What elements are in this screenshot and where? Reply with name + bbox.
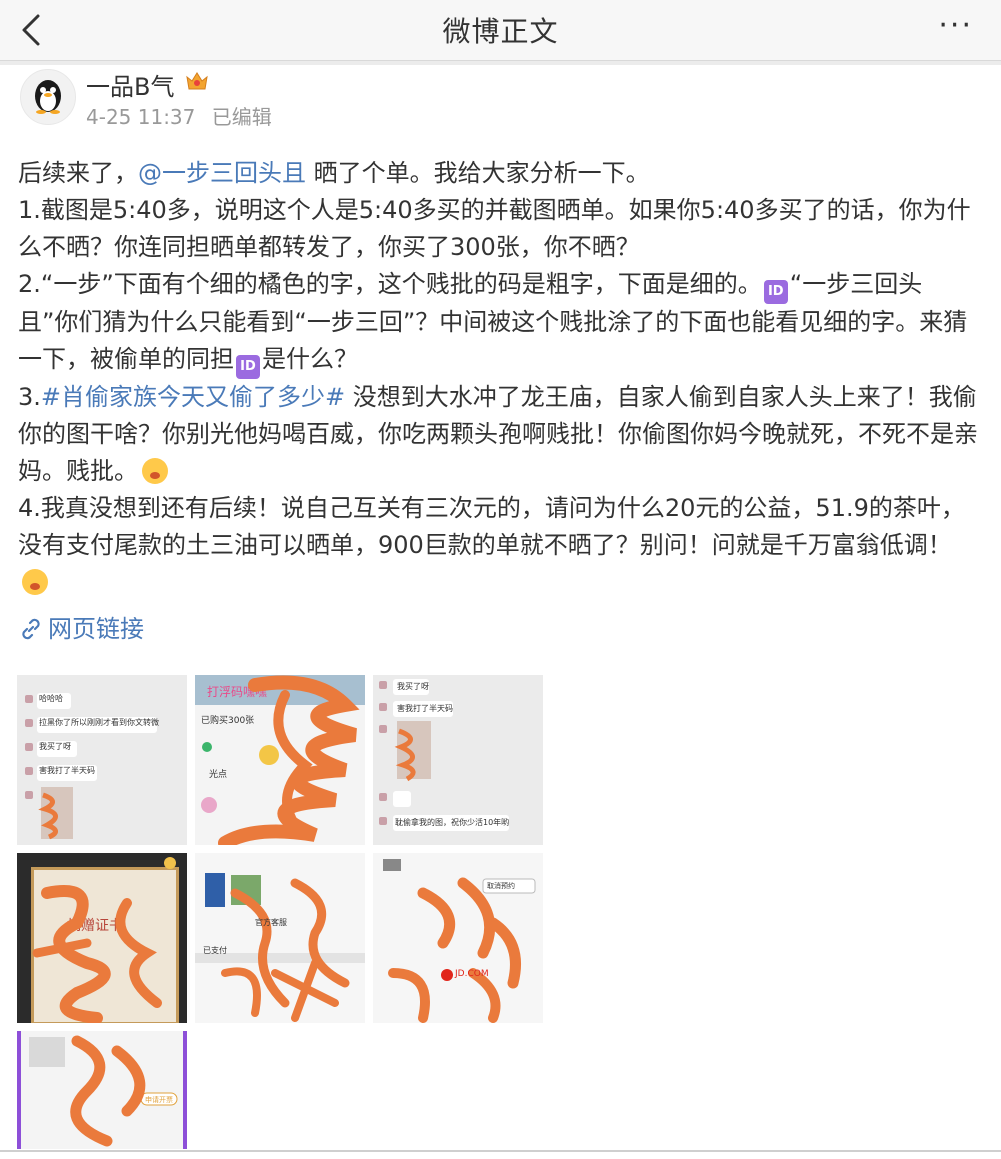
p2-text-a: 2.“一步”下面有个细的橘色的字，这个贱批的码是粗字，下面是细的。 — [18, 270, 762, 298]
more-options-icon[interactable]: ··· — [938, 8, 973, 43]
paragraph-4: 4.我真没想到还有后续！说自己互关有三次元的，请问为什么20元的公益，51.9的… — [18, 490, 981, 601]
intro-text: 后续来了， — [18, 159, 138, 187]
image-text: 已支付 — [203, 946, 227, 955]
penguin-avatar-icon — [35, 80, 61, 114]
web-link-label: 网页链接 — [48, 615, 144, 643]
image-text: JD.COM — [455, 969, 489, 979]
divider — [0, 1150, 1001, 1152]
image-text: 害我打了半天码 — [39, 766, 95, 775]
image-text: 取消预约 — [487, 882, 515, 890]
hashtag-link[interactable]: #肖偷家族今天又偷了多少# — [41, 383, 345, 411]
image-text: 申请开票 — [145, 1096, 173, 1104]
nav-bar: 微博正文 ··· — [0, 0, 1001, 61]
image-thumbnail[interactable]: 哈哈哈 拉黑你了所以刚刚才看到你文转微 我买了呀 害我打了半天码 — [17, 675, 187, 845]
id-emoji-icon: ID — [763, 280, 788, 304]
post-body: 后续来了，@一步三回头且 晒了个单。我给大家分析一下。 1.截图是5:40多，说… — [0, 151, 1001, 649]
image-text: 害我打了半天码 — [397, 704, 453, 713]
link-icon — [22, 618, 40, 640]
avatar[interactable] — [20, 69, 76, 125]
image-text: 官方客服 — [255, 918, 287, 927]
post-meta: 4-25 11:37 已编辑 — [86, 101, 282, 130]
image-text: 耽偷拿我的图，祝你少活10年哟 — [395, 818, 510, 827]
p4-text: 4.我真没想到还有后续！说自己互关有三次元的，请问为什么20元的公益，51.9的… — [18, 494, 965, 559]
member-crown-icon[interactable] — [184, 69, 210, 93]
image-thumbnail[interactable]: 申请开票 — [17, 1031, 187, 1149]
p3-number: 3. — [18, 383, 41, 411]
mention-link[interactable]: @一步三回头且 — [138, 159, 306, 187]
shocked-face-emoji-icon — [22, 569, 48, 595]
paragraph-1: 1.截图是5:40多，说明这个人是5:40多买的并截图晒单。如果你5:40多买了… — [18, 196, 971, 261]
image-thumbnail[interactable]: 捐赠证书 — [17, 853, 187, 1023]
paragraph-intro: 后续来了，@一步三回头且 晒了个单。我给大家分析一下。 — [18, 155, 981, 192]
image-thumbnail[interactable]: 打浮码嘿嘿 已购买300张 光点 — [195, 675, 365, 845]
image-thumbnail[interactable]: 取消预约 JD.COM — [373, 853, 543, 1023]
image-thumbnail[interactable]: 我买了呀 害我打了半天码 耽偷拿我的图，祝你少活10年哟 — [373, 675, 543, 845]
image-text: 我买了呀 — [397, 682, 429, 691]
edited-label: 已编辑 — [211, 105, 272, 129]
web-link[interactable]: 网页链接 — [18, 609, 981, 649]
page-title: 微博正文 — [442, 15, 559, 48]
id-emoji-icon: ID — [236, 355, 260, 379]
username[interactable]: 一品B气 — [86, 67, 174, 102]
paragraph-3: 3.#肖偷家族今天又偷了多少# 没想到大水冲了龙王庙，自家人偷到自家人头上来了！… — [18, 379, 981, 490]
image-text: 哈哈哈 — [39, 694, 63, 703]
tongue-face-emoji-icon — [142, 458, 168, 484]
p2-text-c: 是什么？ — [262, 345, 358, 373]
post-time: 4-25 11:37 — [86, 105, 196, 129]
image-text: 拉黑你了所以刚刚才看到你文转微 — [39, 718, 159, 727]
image-text: 我买了呀 — [39, 742, 71, 751]
intro-text-end: 晒了个单。我给大家分析一下。 — [306, 159, 650, 187]
post-header: 一品B气 4-25 11:37 已编辑 — [0, 65, 1001, 151]
paragraph-2: 2.“一步”下面有个细的橘色的字，这个贱批的码是粗字，下面是细的。 ID “一步三回… — [18, 266, 981, 379]
image-thumbnail[interactable]: 官方客服 已支付 — [195, 853, 365, 1023]
